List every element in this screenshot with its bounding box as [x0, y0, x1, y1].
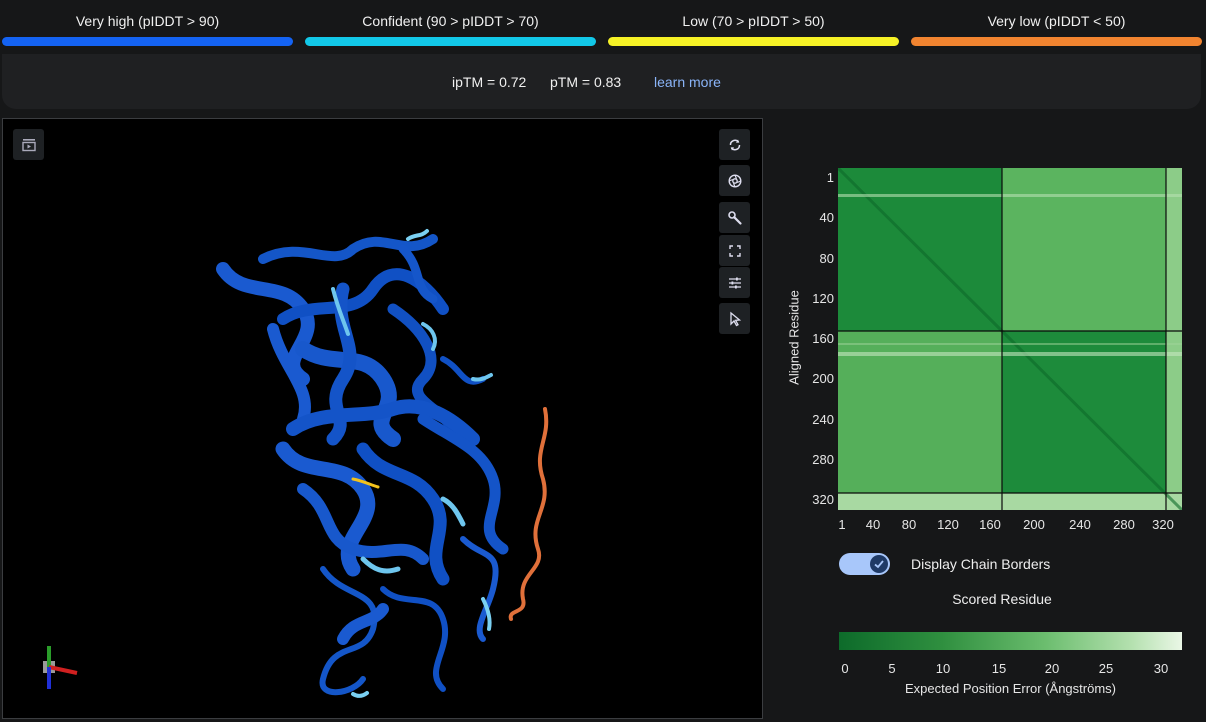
- legend-label: Low (70 > pIDDT > 50): [682, 13, 825, 29]
- x-tick: 80: [901, 517, 917, 532]
- pae-bottom-strip: [838, 493, 1182, 510]
- iptm-score: ipTM = 0.72: [452, 74, 527, 90]
- legend-very-low: Very low (pIDDT < 50): [911, 0, 1202, 48]
- legend-color-bar: [911, 37, 1202, 46]
- x-tick: 200: [1023, 517, 1045, 532]
- legend-label: Very high (pIDDT > 90): [75, 13, 220, 29]
- colorbar-tick: 20: [1044, 661, 1060, 676]
- colorbar-title: Expected Position Error (Ångströms): [905, 681, 1116, 696]
- ptm-score: pTM = 0.83: [550, 74, 622, 90]
- x-tick: 320: [1152, 517, 1174, 532]
- pae-stripe: [838, 343, 1182, 345]
- legend-confident: Confident (90 > pIDDT > 70): [305, 0, 596, 48]
- axis-orientation-gizmo: [43, 646, 78, 689]
- x-tick: 280: [1113, 517, 1135, 532]
- y-tick: 320: [812, 492, 834, 507]
- legend-very-high: Very high (pIDDT > 90): [2, 0, 293, 48]
- pae-stripe: [838, 194, 1182, 197]
- x-tick: 160: [979, 517, 1001, 532]
- pae-colorbar: [839, 632, 1182, 650]
- chain-borders-label: Display Chain Borders: [911, 556, 1051, 572]
- colorbar-tick: 0: [841, 661, 849, 676]
- pae-block-a-b: [1002, 168, 1182, 331]
- y-tick: 1: [826, 170, 834, 185]
- y-tick: 160: [812, 331, 834, 346]
- toggle-knob: [870, 555, 888, 573]
- pae-heatmap[interactable]: [838, 168, 1182, 510]
- plddt-legend: Very high (pIDDT > 90) Confident (90 > p…: [0, 0, 1206, 48]
- y-axis-title: Aligned Residue: [786, 290, 802, 385]
- x-tick: 240: [1069, 517, 1091, 532]
- legend-color-bar: [608, 37, 899, 46]
- chain-borders-toggle[interactable]: [839, 553, 890, 575]
- y-tick: 80: [819, 251, 834, 266]
- x-axis-title: Scored Residue: [952, 591, 1052, 607]
- pae-block-b-a: [838, 331, 1002, 510]
- colorbar-tick: 5: [888, 661, 896, 676]
- y-tick: 120: [812, 291, 834, 306]
- colorbar-tick: 30: [1153, 661, 1169, 676]
- y-tick: 280: [812, 452, 834, 467]
- structure-viewer[interactable]: [2, 118, 763, 719]
- y-tick: 200: [812, 371, 834, 386]
- colorbar-tick: 10: [935, 661, 951, 676]
- colorbar-tick: 25: [1098, 661, 1114, 676]
- legend-color-bar: [2, 37, 293, 46]
- legend-color-bar: [305, 37, 596, 46]
- legend-label: Confident (90 > pIDDT > 70): [362, 13, 539, 29]
- pae-stripe: [838, 352, 1182, 356]
- x-tick: 120: [937, 517, 959, 532]
- y-tick: 40: [819, 210, 834, 225]
- pae-panel: Aligned Residue 1 40 80 120 160 200 240 …: [770, 118, 1206, 718]
- colorbar-tick: 15: [991, 661, 1007, 676]
- x-tick: 40: [865, 517, 881, 532]
- legend-label: Very low (pIDDT < 50): [987, 13, 1126, 29]
- legend-low: Low (70 > pIDDT > 50): [608, 0, 899, 48]
- learn-more-link[interactable]: learn more: [654, 74, 721, 90]
- checkmark-icon: [874, 560, 884, 569]
- score-summary: ipTM = 0.72 pTM = 0.83 learn more: [2, 54, 1201, 109]
- protein-structure-render[interactable]: [3, 119, 760, 716]
- y-tick: 240: [812, 412, 834, 427]
